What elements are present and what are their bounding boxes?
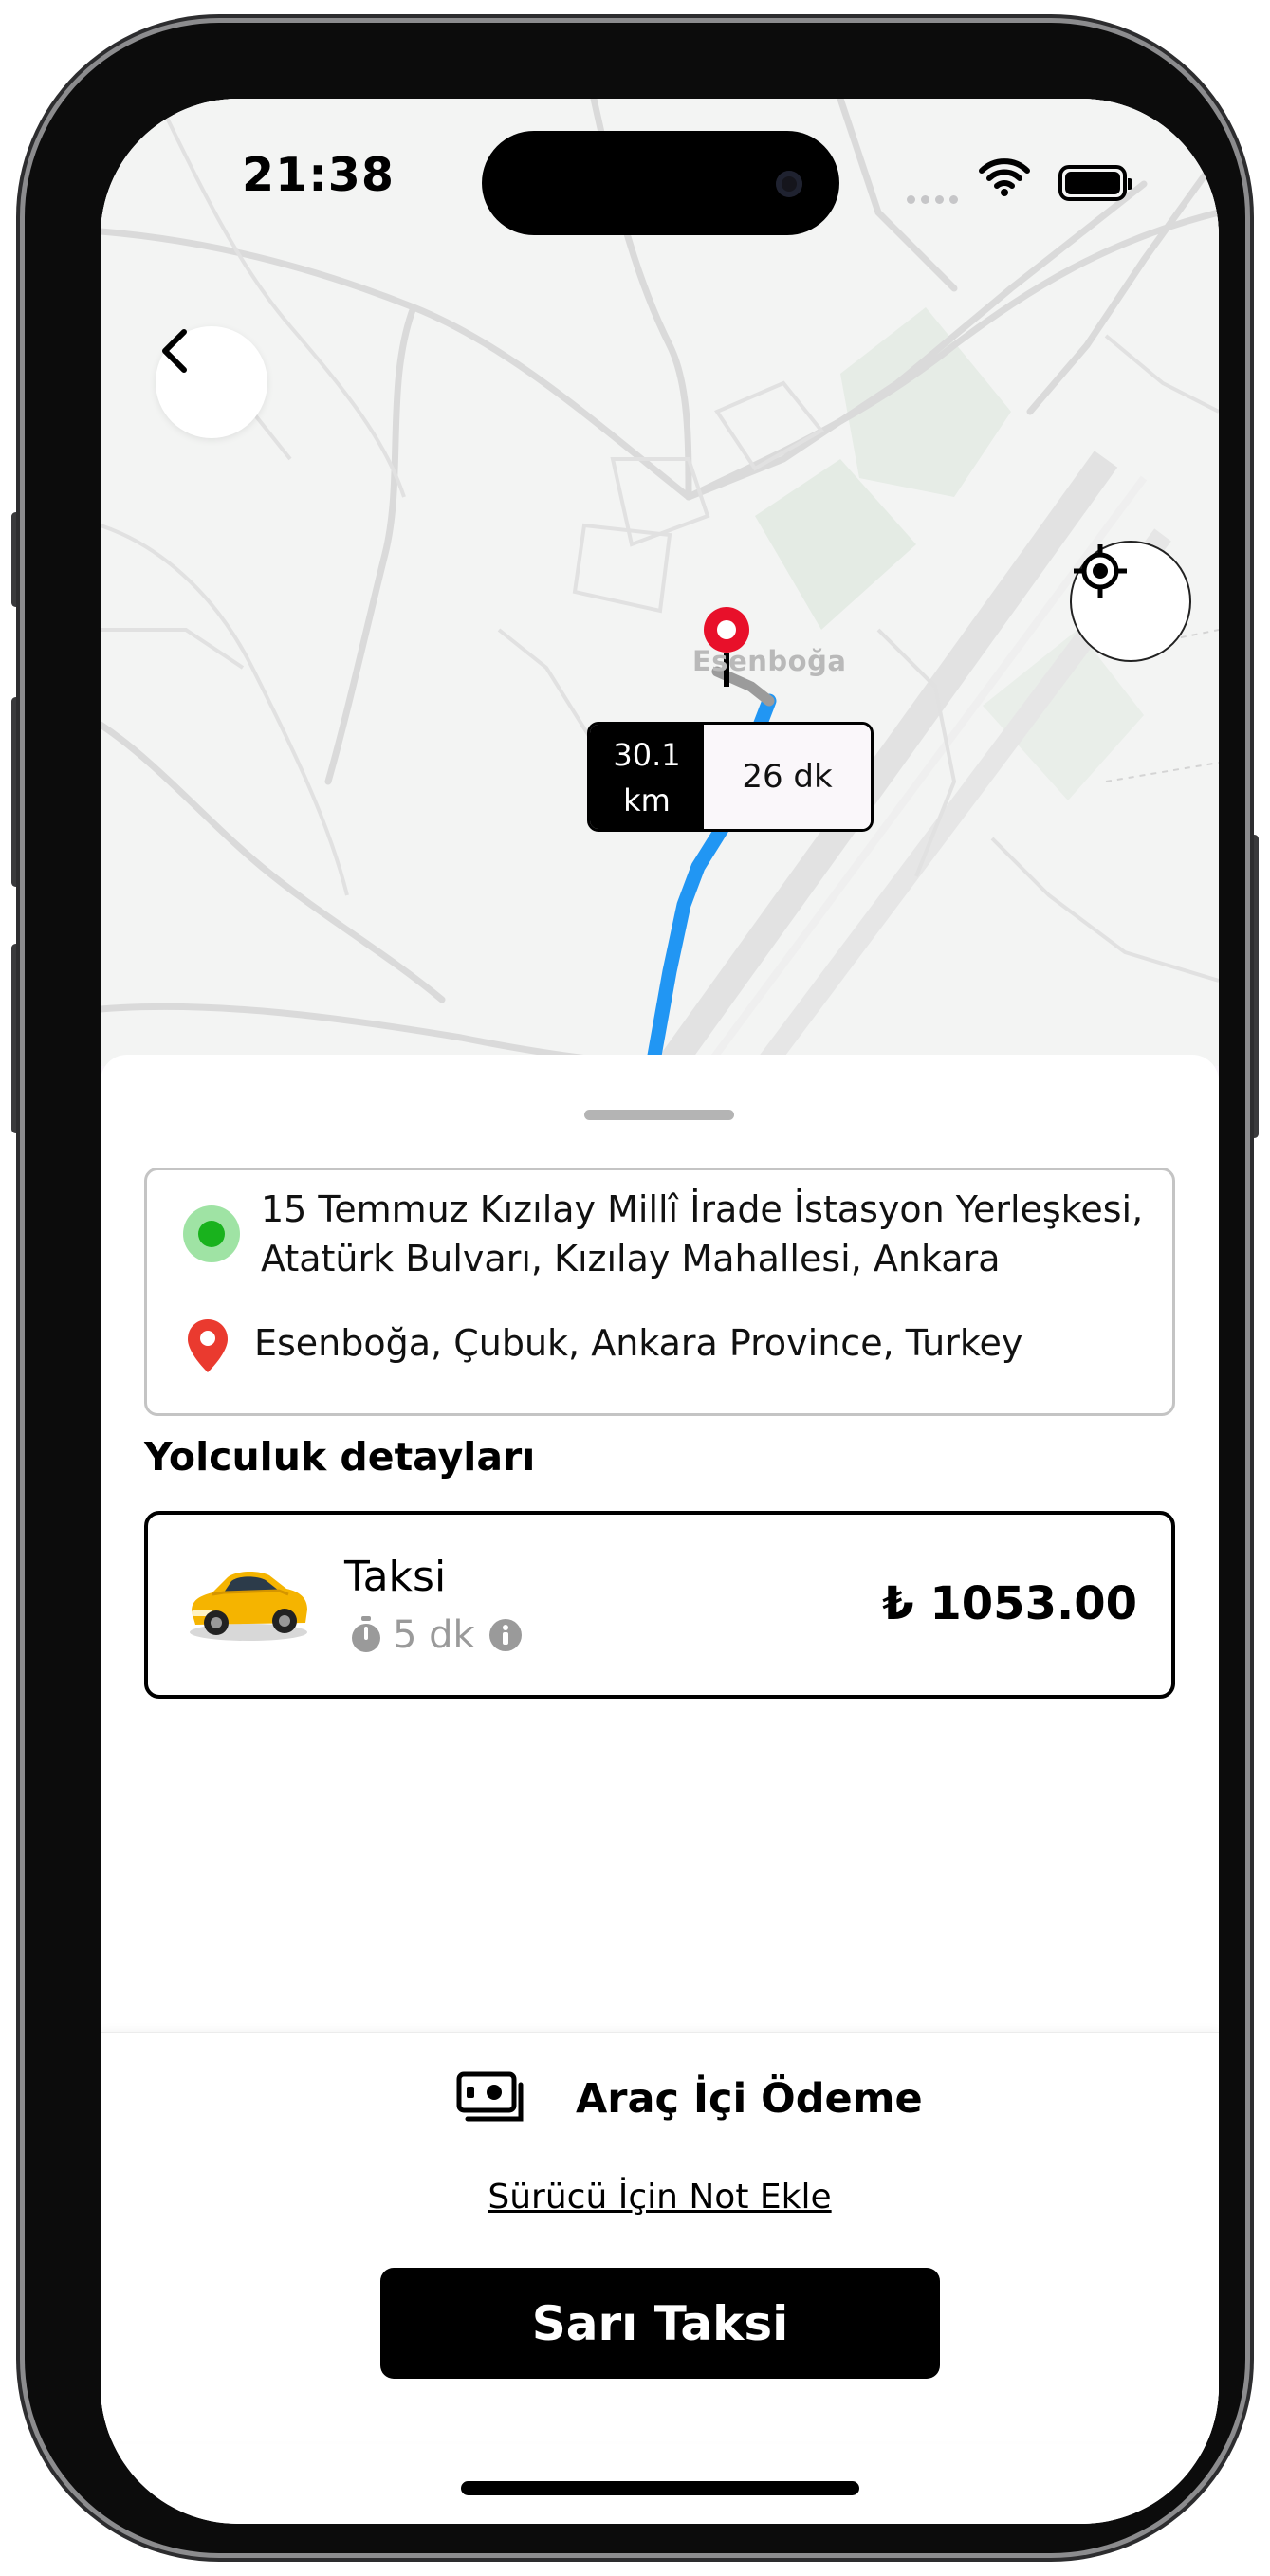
locate-me-button[interactable] xyxy=(1070,541,1191,662)
origin-address[interactable]: 15 Temmuz Kızılay Millî İrade İstasyon Y… xyxy=(261,1185,1152,1283)
route-duration: 26 dk xyxy=(704,725,871,829)
bottom-sheet: 15 Temmuz Kızılay Millî İrade İstasyon Y… xyxy=(101,1055,1219,2524)
front-camera xyxy=(776,171,802,197)
action-button xyxy=(11,512,20,607)
destination-address[interactable]: Esenboğa, Çubuk, Ankara Province, Turkey xyxy=(254,1322,1022,1364)
phone-screen: 21:38 Esenboğa 30.1 km 26 dk 15 Temmuz K… xyxy=(101,99,1219,2524)
ride-name: Taksi xyxy=(344,1553,447,1601)
phone-frame: 21:38 Esenboğa 30.1 km 26 dk 15 Temmuz K… xyxy=(25,23,1245,2553)
add-driver-note-link[interactable]: Sürücü İçin Not Ekle xyxy=(101,2178,1219,2217)
ride-option-card[interactable]: Taksi 5 dk ₺ 1053.00 xyxy=(144,1511,1175,1699)
back-chevron-icon xyxy=(162,329,187,373)
cash-icon xyxy=(456,2071,524,2122)
volume-down-button xyxy=(11,944,20,1133)
map-view[interactable]: 21:38 Esenboğa 30.1 km 26 dk xyxy=(101,99,1219,1066)
battery-icon xyxy=(1058,165,1132,201)
request-ride-button[interactable]: Sarı Taksi xyxy=(380,2268,940,2379)
taxi-car-icon xyxy=(186,1556,311,1647)
payment-method-selector[interactable]: Araç İçi Ödeme xyxy=(456,2071,923,2126)
route-info-badge: 30.1 km 26 dk xyxy=(587,722,874,832)
stopwatch-icon xyxy=(352,1616,380,1652)
sheet-grabber[interactable] xyxy=(584,1110,734,1120)
ride-eta-row: 5 dk xyxy=(349,1613,523,1657)
info-icon[interactable] xyxy=(488,1618,523,1652)
map-pin-icon xyxy=(185,1317,230,1378)
map-city-label: Esenboğa xyxy=(692,645,847,677)
back-button[interactable] xyxy=(156,326,267,438)
payment-method-label: Araç İçi Ödeme xyxy=(576,2075,923,2123)
home-indicator[interactable] xyxy=(461,2481,859,2495)
route-distance: 30.1 km xyxy=(590,725,704,829)
locate-icon xyxy=(1074,544,1127,598)
map-canvas xyxy=(101,99,1219,1066)
status-time: 21:38 xyxy=(242,148,395,202)
origin-dot-icon xyxy=(183,1205,240,1262)
power-button xyxy=(1250,835,1259,1138)
route-distance-unit: km xyxy=(623,782,671,819)
ride-eta: 5 dk xyxy=(393,1613,475,1657)
volume-up-button xyxy=(11,697,20,887)
booking-footer: Araç İçi Ödeme Sürücü İçin Not Ekle Sarı… xyxy=(101,2032,1219,2441)
ride-price: ₺ 1053.00 xyxy=(882,1577,1137,1630)
trip-details-title: Yolculuk detayları xyxy=(144,1434,536,1480)
cellular-signal-icon xyxy=(907,190,966,204)
route-distance-value: 30.1 xyxy=(613,737,681,773)
address-card[interactable]: 15 Temmuz Kızılay Millî İrade İstasyon Y… xyxy=(144,1168,1175,1416)
